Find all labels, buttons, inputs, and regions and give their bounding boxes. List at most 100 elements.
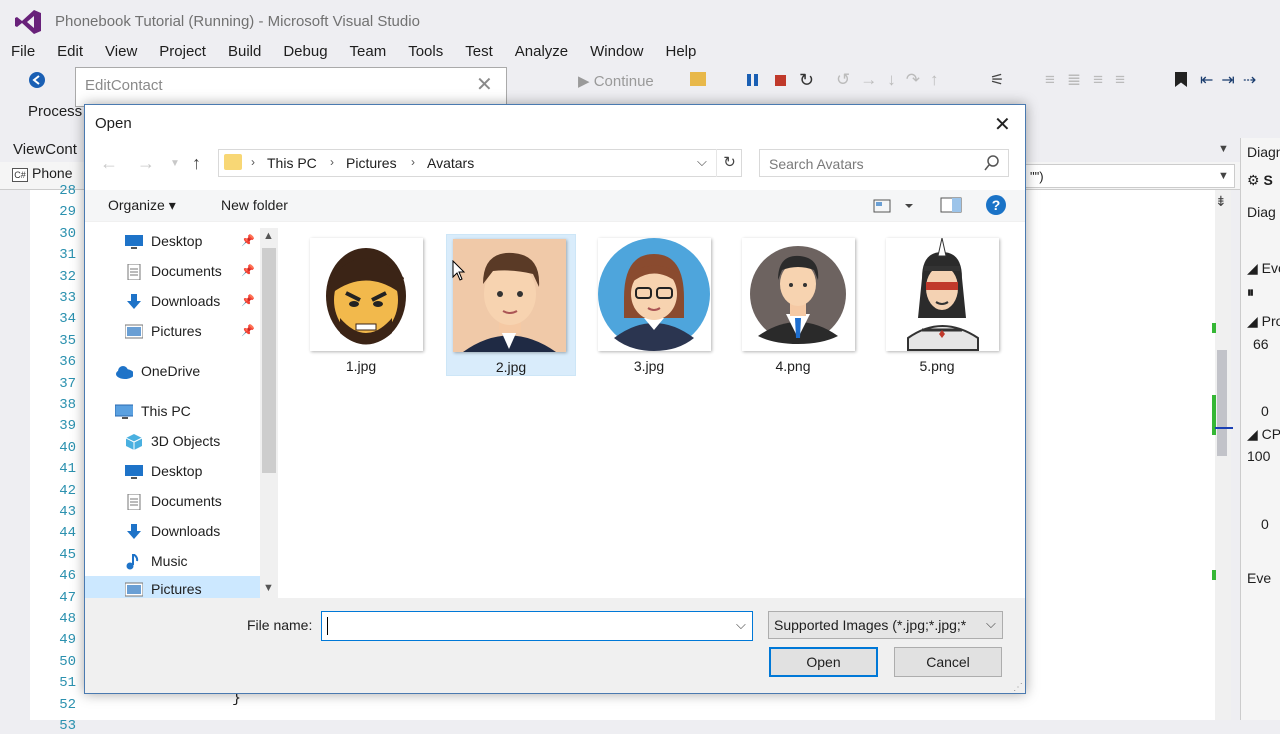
nav-item-music[interactable]: Music (85, 548, 261, 576)
diag-cpu[interactable]: ◢ CP (1247, 426, 1280, 443)
file-item-4[interactable]: 4.png (728, 234, 858, 376)
file-item-2[interactable]: 2.jpg (446, 234, 576, 376)
search-input[interactable]: Search Avatars (759, 149, 1009, 177)
chevron-up-icon[interactable]: ▲ (263, 230, 274, 242)
menu-tools[interactable]: Tools (397, 42, 454, 62)
file-name-label: File name: (247, 617, 313, 633)
line-number: 39 (59, 418, 76, 435)
open-button[interactable]: Open (769, 647, 878, 677)
view-label: ViewCont (13, 141, 77, 158)
diag-settings[interactable]: ⚙ S (1247, 172, 1273, 189)
breadcrumb-pictures[interactable]: Pictures (346, 155, 397, 171)
file-item-5[interactable]: 5.png (872, 234, 1002, 376)
nav-item-this-pc[interactable]: This PC (85, 398, 261, 426)
menu-file[interactable]: File (0, 42, 46, 62)
menu-window[interactable]: Window (579, 42, 654, 62)
file-type-filter-select[interactable]: Supported Images (*.jpg;*.jpg;* (768, 611, 1003, 639)
diag-zero-2: 0 (1261, 516, 1269, 532)
editor-scroll-thumb[interactable] (1217, 350, 1227, 456)
continue-button[interactable]: ▶ Continue (578, 72, 654, 90)
refresh-icon[interactable]: ↻ (716, 149, 742, 177)
diag-process[interactable]: ◢ Pro (1247, 313, 1280, 330)
nav-item-3d-objects[interactable]: 3D Objects (85, 428, 261, 456)
chevron-right-icon[interactable]: › (330, 155, 334, 169)
recent-dropdown-icon[interactable]: ▼ (170, 158, 180, 169)
nav-item-label: OneDrive (141, 363, 201, 379)
chevron-right-icon[interactable]: › (251, 155, 255, 169)
nav-item-documents-pc[interactable]: Documents (85, 488, 261, 516)
nav-item-desktop-pc[interactable]: Desktop (85, 458, 261, 486)
address-dropdown-icon[interactable]: ⌵ (697, 154, 707, 170)
menu-team[interactable]: Team (339, 42, 398, 62)
help-icon[interactable]: ? (986, 195, 1006, 215)
bookmark-nav-icons[interactable]: ⇤⇥⇢ (1200, 70, 1264, 90)
menu-view[interactable]: View (94, 42, 148, 62)
bookmark-icon[interactable] (1175, 72, 1187, 87)
nav-item-downloads-pc[interactable]: Downloads (85, 518, 261, 546)
nav-item-onedrive[interactable]: OneDrive (85, 358, 261, 386)
pin-icon[interactable]: 📌 (241, 294, 255, 307)
menu-edit[interactable]: Edit (46, 42, 94, 62)
file-item-1[interactable]: 1.jpg (296, 234, 426, 376)
resize-grip-icon[interactable]: ⋰ (1013, 682, 1023, 693)
chevron-right-icon[interactable]: › (411, 155, 415, 169)
nav-item-pictures[interactable]: Pictures 📌 (85, 318, 261, 346)
line-number: 53 (59, 718, 76, 734)
member-combo[interactable]: "") (1025, 164, 1235, 188)
menu-analyze[interactable]: Analyze (504, 42, 579, 62)
line-number: 49 (59, 632, 76, 649)
change-view-icon[interactable] (873, 197, 917, 215)
filter-dropdown-icon[interactable]: ⌵ (986, 616, 996, 632)
menu-build[interactable]: Build (217, 42, 272, 62)
search-icon[interactable] (984, 155, 1000, 171)
pin-icon[interactable]: 📌 (241, 264, 255, 277)
dialog-close-button[interactable]: ✕ (994, 112, 1011, 137)
process-icon[interactable] (690, 72, 706, 86)
split-icon[interactable]: ⇟ (1215, 193, 1227, 210)
up-arrow-icon[interactable]: ↑ (192, 153, 201, 174)
cancel-button[interactable]: Cancel (894, 647, 1002, 677)
breadcrumb-avatars[interactable]: Avatars (427, 155, 474, 171)
folder-icon (224, 154, 242, 170)
chevron-down-icon[interactable]: ▼ (263, 582, 274, 594)
organize-button[interactable]: Organize ▾ (108, 197, 176, 214)
diag-zero: 0 (1261, 403, 1269, 419)
step-icons[interactable]: ↺→↓↷↑ (836, 70, 949, 90)
pin-icon[interactable]: 📌 (241, 234, 255, 247)
nav-item-desktop[interactable]: Desktop 📌 (85, 228, 261, 256)
nav-item-documents[interactable]: Documents 📌 (85, 258, 261, 286)
back-arrow-icon[interactable]: ← (100, 153, 118, 174)
pin-icon[interactable]: 📌 (241, 324, 255, 337)
format-icons[interactable]: ≡≣≡≡ (1045, 70, 1137, 90)
forward-arrow-icon[interactable]: → (137, 153, 155, 174)
editcontact-close-button[interactable]: ✕ (476, 72, 493, 97)
stop-icon[interactable] (775, 75, 786, 86)
nav-item-downloads[interactable]: Downloads 📌 (85, 288, 261, 316)
project-combo[interactable]: Phone (10, 165, 72, 181)
file-item-3[interactable]: 3.jpg (584, 234, 714, 376)
back-icon[interactable] (28, 71, 46, 89)
dropdown-arrow-icon[interactable]: ▼ (1218, 143, 1229, 155)
diag-events[interactable]: ◢ Eve (1247, 260, 1280, 277)
new-folder-button[interactable]: New folder (221, 197, 288, 213)
file-name-dropdown-icon[interactable]: ⌵ (736, 617, 746, 633)
pause-icon[interactable] (747, 74, 751, 86)
preview-pane-icon[interactable] (940, 196, 962, 214)
diag-events-tab[interactable]: Eve (1247, 570, 1271, 586)
combo-arrow-icon[interactable]: ▼ (1218, 170, 1229, 182)
menu-debug[interactable]: Debug (272, 42, 338, 62)
menu-project[interactable]: Project (148, 42, 217, 62)
nav-scroll-thumb[interactable] (262, 248, 276, 473)
menu-help[interactable]: Help (655, 42, 708, 62)
diag-pause-icon[interactable]: ⏸ (1247, 284, 1254, 301)
file-name-input[interactable] (321, 611, 753, 641)
breakpoints-icon[interactable]: ⚟ (990, 70, 1004, 90)
restart-icon[interactable]: ↻ (799, 70, 814, 91)
line-number: 32 (59, 268, 76, 285)
documents-icon (127, 264, 141, 280)
desktop-icon (125, 465, 143, 479)
breadcrumb-this-pc[interactable]: This PC (267, 155, 317, 171)
nav-item-pictures-pc[interactable]: Pictures (85, 576, 261, 598)
menu-test[interactable]: Test (454, 42, 504, 62)
line-number: 35 (59, 332, 76, 349)
